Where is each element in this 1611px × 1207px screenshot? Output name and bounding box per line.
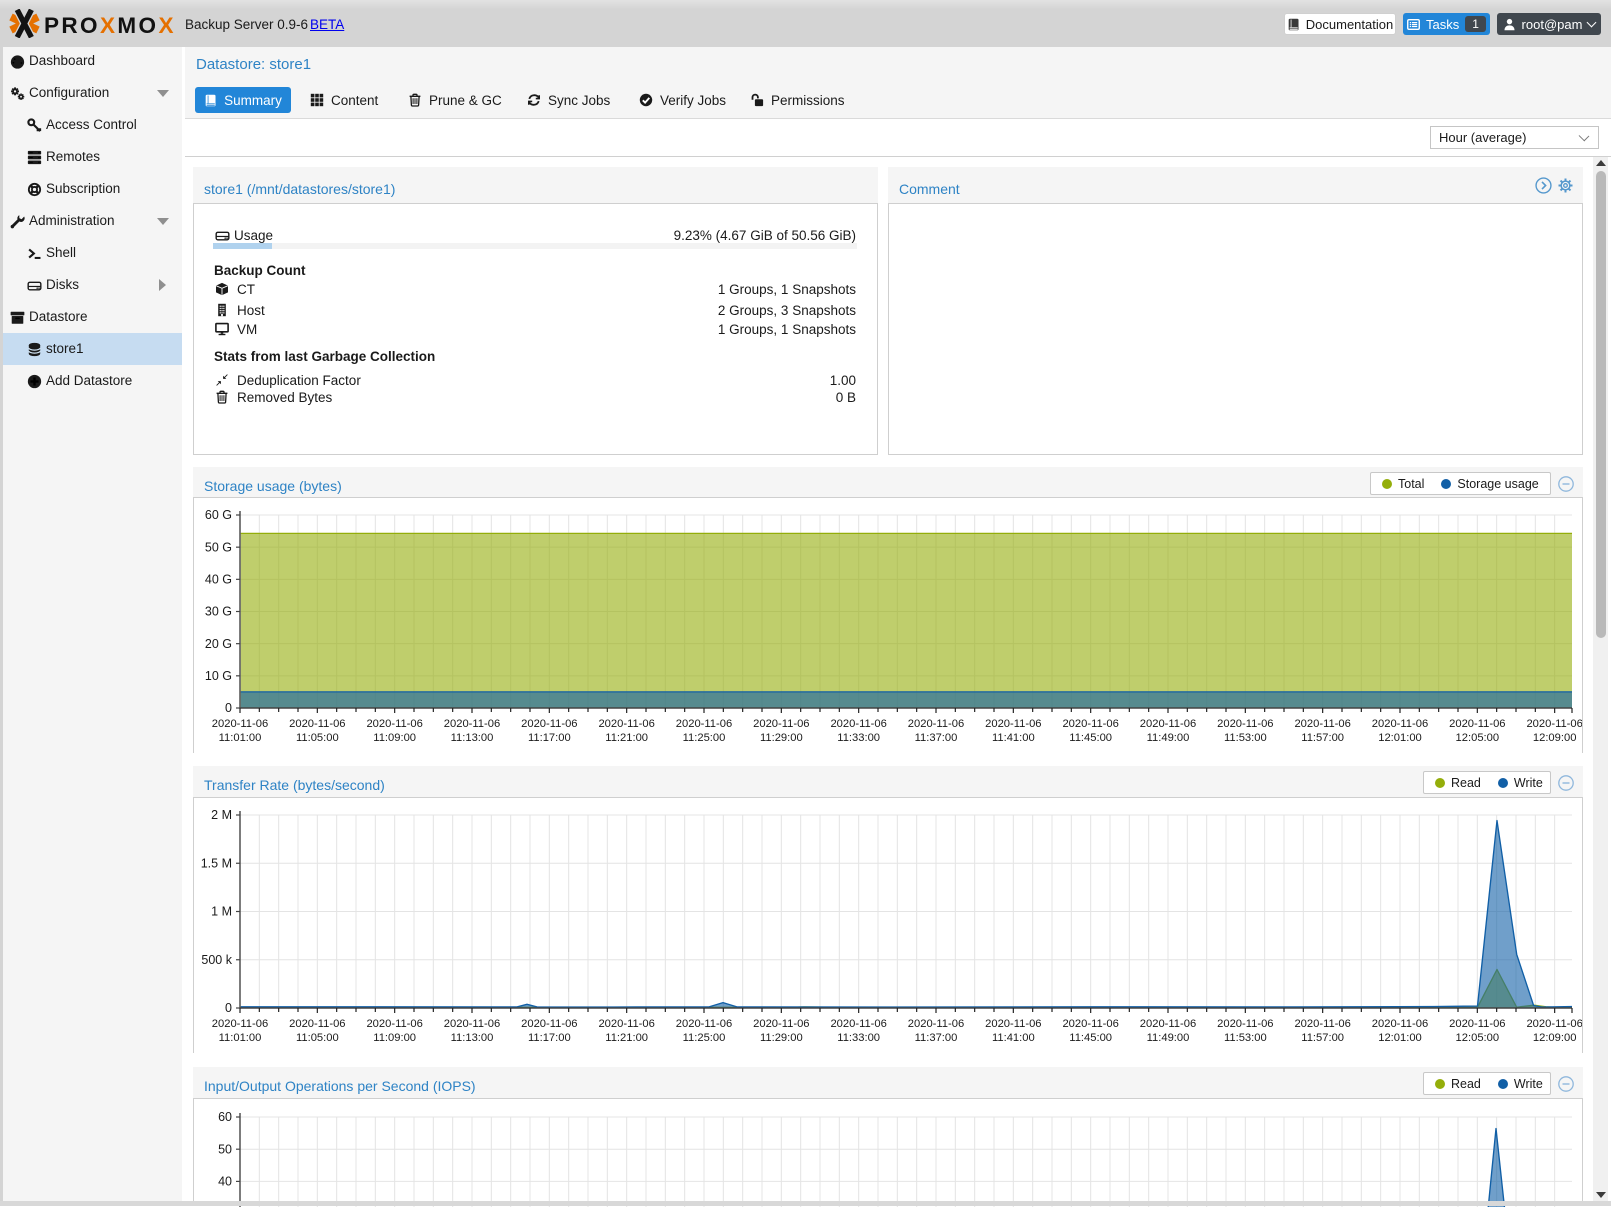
svg-text:2020-11-06: 2020-11-06 (289, 1018, 345, 1030)
svg-text:12:09:00: 12:09:00 (1533, 732, 1577, 744)
svg-text:500 k: 500 k (201, 953, 232, 967)
svg-text:2020-11-06: 2020-11-06 (521, 1018, 577, 1030)
svg-text:11:49:00: 11:49:00 (1147, 732, 1190, 744)
svg-text:2020-11-06: 2020-11-06 (444, 718, 500, 730)
svg-text:2020-11-06: 2020-11-06 (444, 1018, 500, 1030)
svg-text:2020-11-06: 2020-11-06 (1372, 1018, 1428, 1030)
svg-text:1 M: 1 M (211, 905, 232, 919)
svg-text:2020-11-06: 2020-11-06 (830, 718, 886, 730)
svg-text:12:05:00: 12:05:00 (1456, 732, 1500, 744)
svg-text:11:05:00: 11:05:00 (296, 1032, 339, 1044)
svg-text:11:01:00: 11:01:00 (219, 1032, 262, 1044)
svg-text:12:09:00: 12:09:00 (1533, 1032, 1577, 1044)
svg-text:2020-11-06: 2020-11-06 (985, 718, 1041, 730)
svg-text:11:53:00: 11:53:00 (1224, 732, 1267, 744)
svg-text:2020-11-06: 2020-11-06 (1140, 718, 1196, 730)
svg-text:11:53:00: 11:53:00 (1224, 1032, 1267, 1044)
svg-text:2020-11-06: 2020-11-06 (1294, 718, 1350, 730)
svg-text:11:17:00: 11:17:00 (528, 1032, 571, 1044)
svg-text:11:33:00: 11:33:00 (837, 732, 880, 744)
svg-text:11:09:00: 11:09:00 (373, 732, 416, 744)
svg-text:2020-11-06: 2020-11-06 (1526, 1018, 1582, 1030)
svg-text:11:33:00: 11:33:00 (837, 1032, 880, 1044)
svg-text:2020-11-06: 2020-11-06 (908, 718, 964, 730)
svg-text:11:57:00: 11:57:00 (1301, 1032, 1344, 1044)
svg-text:2020-11-06: 2020-11-06 (366, 1018, 422, 1030)
svg-text:11:49:00: 11:49:00 (1147, 1032, 1190, 1044)
svg-text:2020-11-06: 2020-11-06 (753, 1018, 809, 1030)
svg-text:11:21:00: 11:21:00 (605, 1032, 648, 1044)
svg-text:10 G: 10 G (205, 669, 232, 683)
svg-text:2020-11-06: 2020-11-06 (676, 1018, 732, 1030)
svg-text:2 M: 2 M (211, 808, 232, 822)
svg-text:12:01:00: 12:01:00 (1378, 732, 1422, 744)
svg-text:2020-11-06: 2020-11-06 (1449, 718, 1505, 730)
svg-text:11:37:00: 11:37:00 (915, 1032, 958, 1044)
svg-text:2020-11-06: 2020-11-06 (753, 718, 809, 730)
svg-text:2020-11-06: 2020-11-06 (598, 1018, 654, 1030)
svg-text:11:01:00: 11:01:00 (219, 732, 262, 744)
svg-text:2020-11-06: 2020-11-06 (830, 1018, 886, 1030)
svg-text:40 G: 40 G (205, 573, 232, 587)
svg-text:60 G: 60 G (205, 508, 232, 522)
svg-text:2020-11-06: 2020-11-06 (1449, 1018, 1505, 1030)
svg-text:2020-11-06: 2020-11-06 (676, 718, 732, 730)
svg-text:2020-11-06: 2020-11-06 (521, 718, 577, 730)
svg-text:30 G: 30 G (205, 605, 232, 619)
svg-text:60: 60 (218, 1110, 232, 1124)
svg-text:0: 0 (225, 1001, 232, 1015)
svg-text:50 G: 50 G (205, 540, 232, 554)
svg-text:1.5 M: 1.5 M (201, 856, 232, 870)
svg-text:2020-11-06: 2020-11-06 (1062, 718, 1118, 730)
svg-text:2020-11-06: 2020-11-06 (598, 718, 654, 730)
svg-text:11:41:00: 11:41:00 (992, 1032, 1035, 1044)
svg-text:11:37:00: 11:37:00 (915, 732, 958, 744)
svg-text:11:13:00: 11:13:00 (451, 732, 494, 744)
svg-text:11:09:00: 11:09:00 (373, 1032, 416, 1044)
svg-text:11:45:00: 11:45:00 (1069, 1032, 1112, 1044)
svg-text:12:05:00: 12:05:00 (1456, 1032, 1500, 1044)
svg-text:2020-11-06: 2020-11-06 (212, 718, 268, 730)
svg-text:11:57:00: 11:57:00 (1301, 732, 1344, 744)
svg-text:11:29:00: 11:29:00 (760, 1032, 803, 1044)
svg-text:11:45:00: 11:45:00 (1069, 732, 1112, 744)
svg-text:2020-11-06: 2020-11-06 (1140, 1018, 1196, 1030)
svg-text:2020-11-06: 2020-11-06 (1372, 718, 1428, 730)
svg-text:2020-11-06: 2020-11-06 (289, 718, 345, 730)
svg-text:11:25:00: 11:25:00 (683, 1032, 726, 1044)
svg-text:11:17:00: 11:17:00 (528, 732, 571, 744)
svg-text:2020-11-06: 2020-11-06 (212, 1018, 268, 1030)
svg-text:11:05:00: 11:05:00 (296, 732, 339, 744)
svg-text:40: 40 (218, 1175, 232, 1189)
svg-text:11:41:00: 11:41:00 (992, 732, 1035, 744)
svg-text:2020-11-06: 2020-11-06 (1062, 1018, 1118, 1030)
svg-text:2020-11-06: 2020-11-06 (1217, 1018, 1273, 1030)
svg-text:11:13:00: 11:13:00 (451, 1032, 494, 1044)
svg-text:12:01:00: 12:01:00 (1378, 1032, 1422, 1044)
svg-text:50: 50 (218, 1142, 232, 1156)
svg-text:2020-11-06: 2020-11-06 (1526, 718, 1582, 730)
svg-text:2020-11-06: 2020-11-06 (366, 718, 422, 730)
svg-text:11:21:00: 11:21:00 (605, 732, 648, 744)
svg-text:0: 0 (225, 701, 232, 715)
svg-text:2020-11-06: 2020-11-06 (1294, 1018, 1350, 1030)
svg-text:11:29:00: 11:29:00 (760, 732, 803, 744)
svg-text:2020-11-06: 2020-11-06 (1217, 718, 1273, 730)
svg-text:2020-11-06: 2020-11-06 (908, 1018, 964, 1030)
svg-text:2020-11-06: 2020-11-06 (985, 1018, 1041, 1030)
svg-text:20 G: 20 G (205, 637, 232, 651)
svg-text:11:25:00: 11:25:00 (683, 732, 726, 744)
